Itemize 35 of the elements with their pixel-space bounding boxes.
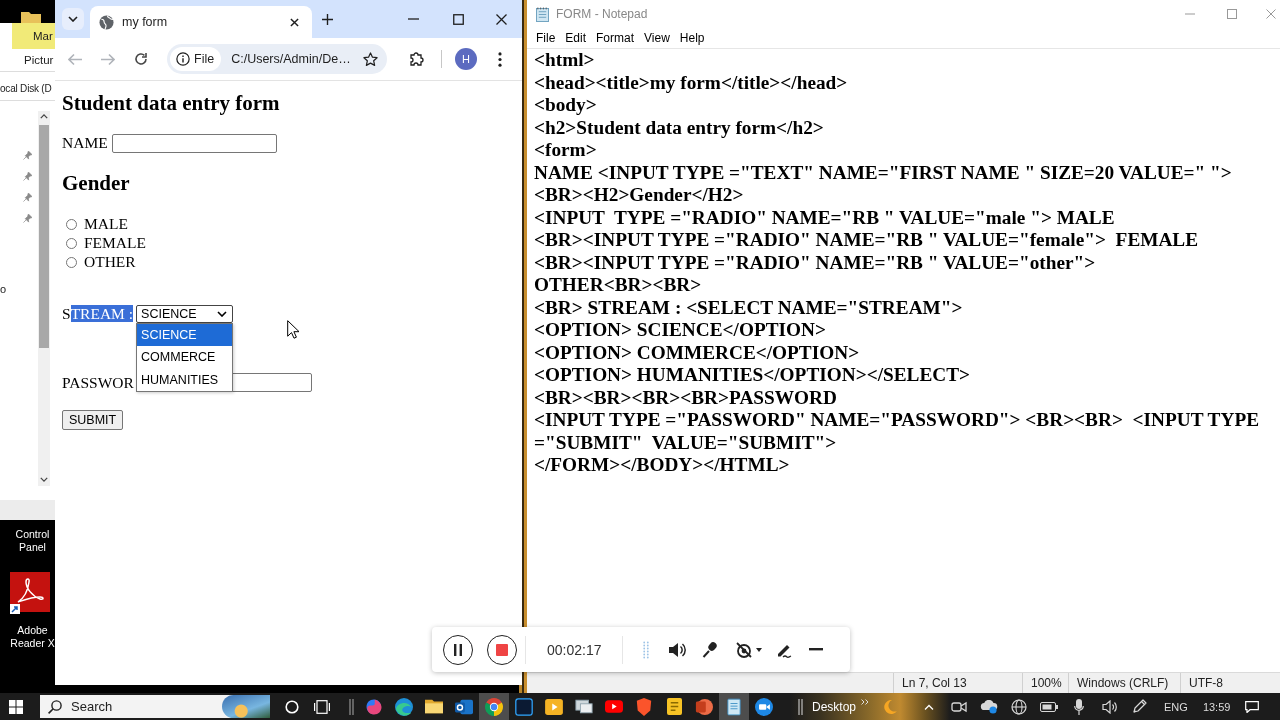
code-line: <BR><INPUT TYPE ="RADIO" NAME="RB " VALUE="female"> FEMALE: [534, 229, 1199, 252]
status-text: UTF-8: [1189, 676, 1223, 690]
code-line: <OPTION> HUMANITIES</OPTION></SELECT>: [534, 364, 971, 387]
status-text: 100%: [1031, 676, 1062, 690]
code-line: ="SUBMIT" VALUE="SUBMIT">: [534, 431, 837, 454]
radio-label: FEMALE: [84, 234, 146, 252]
code-line: </FORM></BODY></HTML>: [534, 454, 790, 477]
code-line: <body>: [534, 94, 597, 117]
code-line: NAME <INPUT TYPE ="TEXT" NAME="FIRST NAME " SIZE=20 VALUE=" ">: [534, 161, 1232, 184]
gender-heading: Gender: [62, 171, 131, 195]
code-line: <h2>Student data entry form</h2>: [534, 116, 824, 139]
code-line: <OPTION> SCIENCE</OPTION>: [534, 319, 826, 342]
stream-label: STREAM :: [62, 304, 134, 323]
address-text: ocal Disk (D: [0, 82, 52, 94]
code-line: <OPTION> COMMERCE</OPTION>: [534, 341, 860, 364]
code-line: <BR><H2>Gender</H2>: [534, 184, 744, 207]
password-label: PASSWOR: [62, 373, 134, 392]
name-label: NAME: [62, 134, 108, 152]
page-heading: Student data entry form: [62, 91, 281, 115]
code-line: <html>: [534, 49, 595, 72]
radio-label: MALE: [84, 215, 128, 233]
code-line: <BR><INPUT TYPE ="RADIO" NAME="RB " VALUE="other">: [534, 251, 1096, 274]
status-text: Ln 7, Col 13: [902, 676, 967, 690]
code-line: <BR><BR><BR><BR>PASSWORD: [534, 386, 837, 409]
radio-label: OTHER: [84, 253, 136, 271]
timer-text: 00:02:17: [547, 641, 602, 658]
code-line: OTHER<BR><BR>: [534, 274, 702, 297]
url-text: C:/Users/Admin/De…: [231, 52, 352, 66]
window-title: FORM - Notepad: [556, 7, 648, 21]
code-line: <head><title>my form</title></head>: [534, 71, 848, 94]
status-text: Windows (CRLF): [1077, 676, 1169, 690]
code-line: <BR> STREAM : <SELECT NAME="STREAM">: [534, 296, 963, 319]
code-line: <INPUT TYPE ="RADIO" NAME="RB " VALUE="male "> MALE: [534, 206, 1115, 229]
code-line: <INPUT TYPE ="PASSWORD" NAME="PASSWORD"> <BR><BR> <INPUT TYPE: [534, 409, 1260, 432]
code-line: <form>: [534, 139, 597, 162]
